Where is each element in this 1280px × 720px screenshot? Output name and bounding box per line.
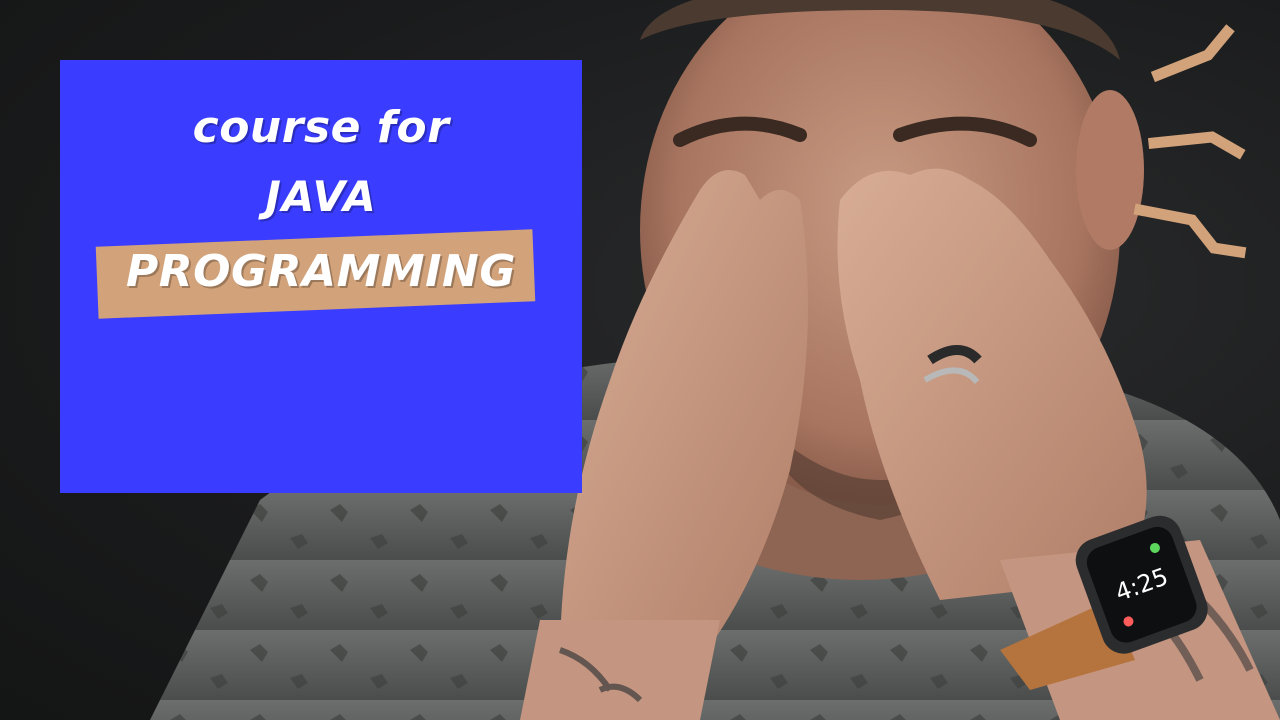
title-panel: course for JAVA PROGRAMMING xyxy=(60,60,582,493)
headline-programming: PROGRAMMING xyxy=(126,246,516,297)
headline-course-for: course for xyxy=(192,102,450,153)
stress-lines-icon xyxy=(1133,24,1247,259)
headline-java: JAVA xyxy=(265,172,377,221)
thumbnail-canvas: 4:25 course for JAVA PROGRAMMING xyxy=(0,0,1280,720)
